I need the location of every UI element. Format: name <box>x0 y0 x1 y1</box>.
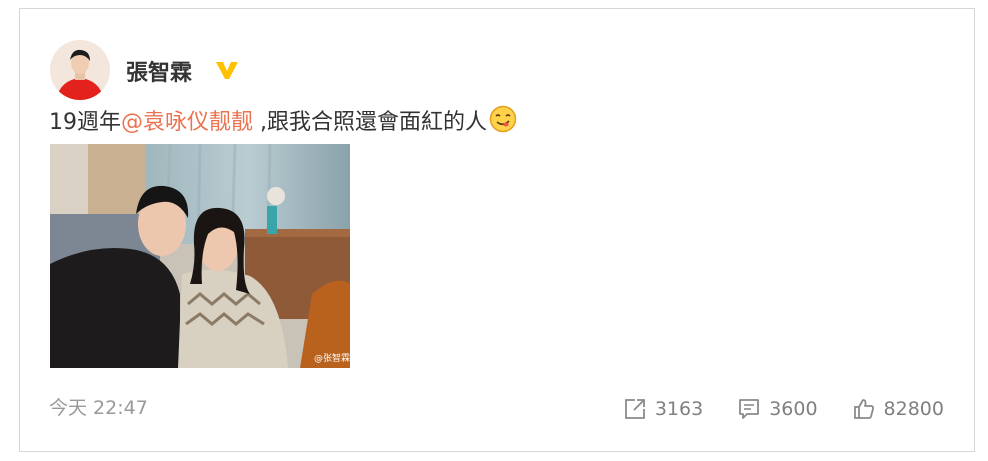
post-photo[interactable]: @张智霖 <box>50 144 350 368</box>
comment-button[interactable]: 3600 <box>737 397 818 421</box>
repost-count: 3163 <box>654 398 704 420</box>
comment-count: 3600 <box>769 398 818 420</box>
author-name[interactable]: 張智霖 <box>126 55 192 87</box>
repost-button[interactable]: 3163 <box>623 397 703 421</box>
share-icon <box>624 399 645 419</box>
like-count: 82800 <box>883 398 944 420</box>
avatar[interactable] <box>50 40 110 100</box>
avatar-image <box>50 40 110 100</box>
photo-watermark: @张智霖 <box>314 352 350 364</box>
post-text: 19週年@袁咏仪靓靓 ,跟我合照還會面紅的人 <box>49 104 517 139</box>
mention-link[interactable]: @袁咏仪靓靓 <box>121 110 253 135</box>
comment-icon <box>739 399 760 419</box>
thumbs-up-icon <box>853 399 874 419</box>
weibo-post-card: 張智霖 19週年@袁咏仪靓靓 ,跟我合照還會面紅的人 @张智霖 今天 22:47… <box>19 8 975 452</box>
smirk-emoji-icon <box>489 105 517 139</box>
action-bar: 3163 3600 82800 <box>623 397 944 421</box>
verified-badge-icon <box>216 62 238 79</box>
post-text-suffix: ,跟我合照還會面紅的人 <box>253 110 488 135</box>
post-timestamp[interactable]: 今天 22:47 <box>49 393 148 420</box>
post-text-prefix: 19週年 <box>49 110 121 135</box>
like-button[interactable]: 82800 <box>852 397 944 421</box>
